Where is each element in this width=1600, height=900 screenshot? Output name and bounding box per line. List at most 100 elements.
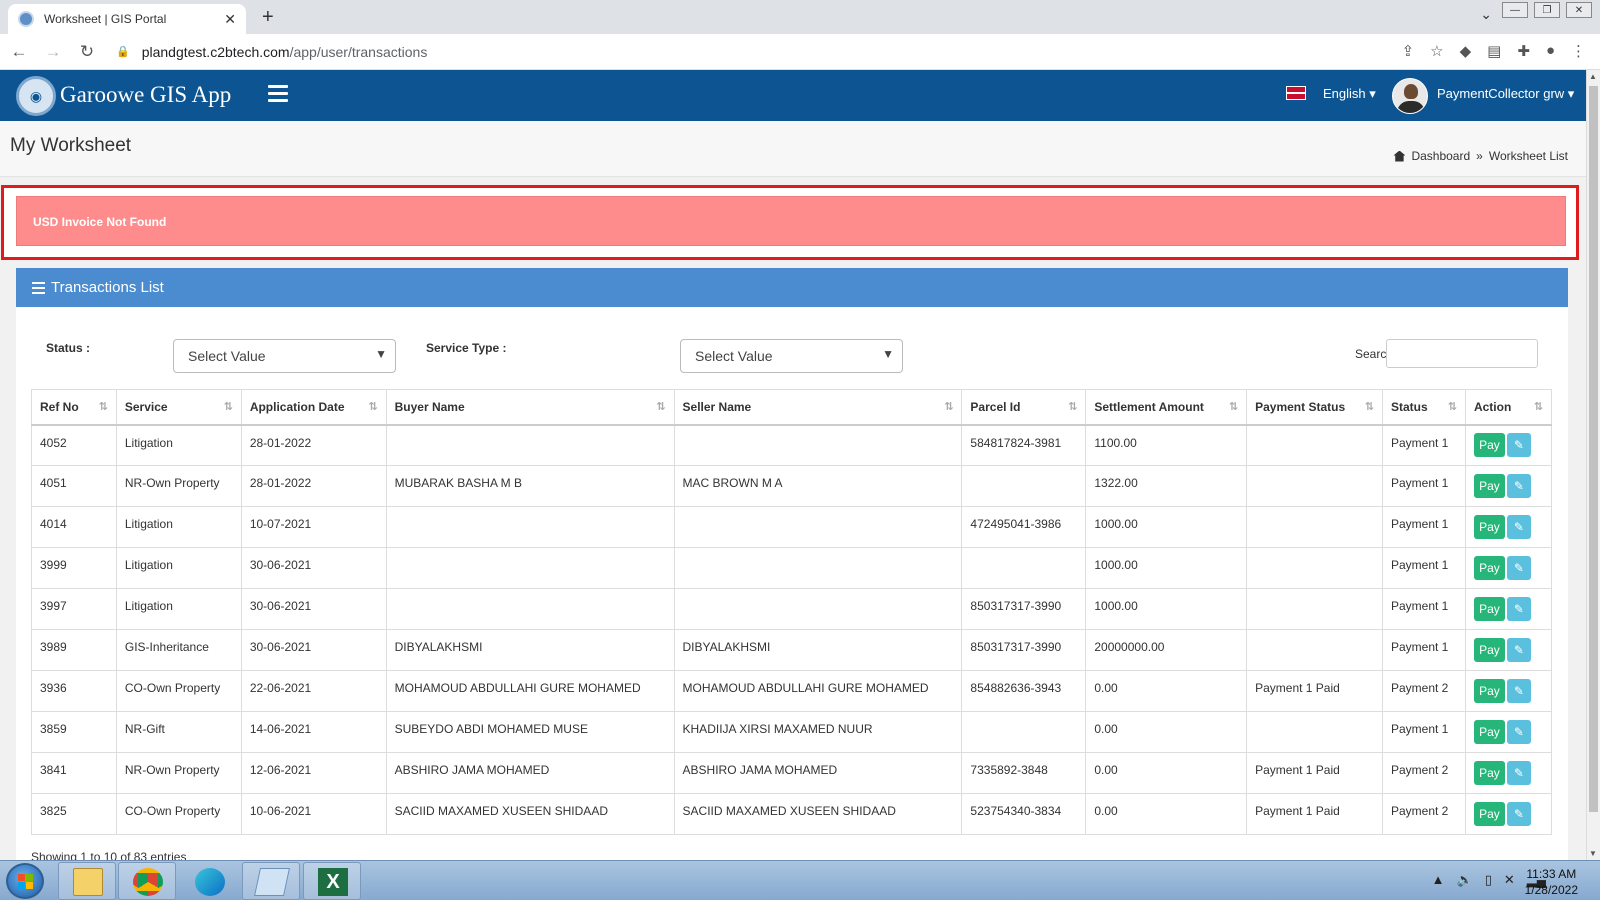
edit-icon[interactable]: ✎ xyxy=(1506,597,1531,621)
menu-toggle-icon[interactable] xyxy=(268,85,288,106)
table-row: 4051 NR-Own Property 28-01-2022 MUBARAK BAS… xyxy=(31,465,1553,507)
clock-date: 1/28/2022 xyxy=(1524,883,1578,897)
cell-buyer xyxy=(385,547,675,589)
tab-search-chevron-icon[interactable]: ⌄ xyxy=(1480,6,1492,23)
transactions-table: Ref No ⇅ Service ⇅ Application Date ⇅ Buyer… xyxy=(31,389,1553,835)
close-window-icon[interactable]: ✕ xyxy=(1566,2,1592,18)
table-row: 4052 Litigation 28-01-2022 584817824-3981 11… xyxy=(31,424,1553,466)
edit-icon[interactable]: ✎ xyxy=(1506,556,1531,580)
pay-button[interactable]: Pay xyxy=(1473,802,1505,826)
taskbar-notepad[interactable] xyxy=(242,862,300,900)
start-button[interactable] xyxy=(6,863,44,899)
taskbar-excel[interactable]: X xyxy=(303,862,361,900)
address-bar[interactable]: 🔒 plandgtest.c2btech.com/app/user/transa… xyxy=(116,44,1356,60)
col-payment-status[interactable]: Payment Status ⇅ xyxy=(1246,389,1383,426)
sort-icon: ⇅ xyxy=(1533,401,1543,413)
pay-button[interactable]: Pay xyxy=(1473,638,1505,662)
cell-amount: 1100.00 xyxy=(1085,424,1248,466)
browser-tab[interactable]: Worksheet | GIS Portal ✕ xyxy=(8,4,246,34)
col-service[interactable]: Service ⇅ xyxy=(115,389,242,426)
close-tab-icon[interactable]: ✕ xyxy=(224,11,236,28)
edit-icon[interactable]: ✎ xyxy=(1506,433,1531,458)
extension-shield-icon[interactable]: ◆ xyxy=(1460,42,1472,60)
user-menu-dropdown[interactable]: PaymentCollector grw ▾ xyxy=(1437,86,1574,102)
pay-button[interactable]: Pay xyxy=(1473,515,1505,539)
clock-time: 11:33 AM xyxy=(1526,867,1577,881)
col-parcel-id[interactable]: Parcel Id ⇅ xyxy=(961,389,1087,426)
minimize-icon[interactable]: — xyxy=(1502,2,1528,18)
cell-seller: ABSHIRO JAMA MOHAMED xyxy=(673,752,963,794)
col-ref-no[interactable]: Ref No ⇅ xyxy=(31,389,117,426)
cell-pstatus: Payment 1 Paid xyxy=(1246,752,1383,794)
cell-parcel xyxy=(961,547,1087,589)
windows-taskbar: X ▲ 🔈 ▯ ✕ ▂▄ 11:33 AM 1/28/2022 xyxy=(0,860,1600,900)
scroll-up-icon[interactable]: ▲ xyxy=(1589,72,1597,81)
cell-action: Pay ✎ xyxy=(1464,711,1553,753)
cell-ref: 4052 xyxy=(31,424,117,466)
cell-pstatus xyxy=(1246,547,1383,589)
cell-service: Litigation xyxy=(115,506,242,548)
edit-icon[interactable]: ✎ xyxy=(1506,761,1531,785)
edit-icon[interactable]: ✎ xyxy=(1506,720,1531,744)
pay-button[interactable]: Pay xyxy=(1473,433,1505,458)
edit-icon[interactable]: ✎ xyxy=(1506,679,1531,703)
cell-status: Payment 2 xyxy=(1381,793,1466,835)
new-tab-icon[interactable]: + xyxy=(262,6,274,29)
taskbar-edge[interactable] xyxy=(180,862,238,900)
browser-menu-icon[interactable]: ⋮ xyxy=(1571,42,1586,60)
volume-icon[interactable]: 🔈 xyxy=(1457,872,1473,888)
taskbar-chrome[interactable] xyxy=(118,862,176,900)
table-row: 3997 Litigation 30-06-2021 850317317-3990 10… xyxy=(31,588,1553,630)
col-status[interactable]: Status ⇅ xyxy=(1381,389,1466,426)
lock-icon[interactable]: 🔒 xyxy=(116,45,130,58)
col-application-date[interactable]: Application Date ⇅ xyxy=(240,389,387,426)
cell-ref: 3841 xyxy=(31,752,117,794)
edit-icon[interactable]: ✎ xyxy=(1506,515,1531,539)
taskbar-file-explorer[interactable] xyxy=(58,862,116,900)
status-filter-select[interactable]: Select Value ▼ xyxy=(173,339,396,373)
cell-status: Payment 2 xyxy=(1381,670,1466,712)
breadcrumb-dashboard-link[interactable]: Dashboard xyxy=(1411,149,1470,163)
search-input[interactable] xyxy=(1386,339,1538,368)
user-avatar[interactable] xyxy=(1392,78,1428,114)
profile-icon[interactable]: ● xyxy=(1546,42,1555,60)
col-settlement-amount[interactable]: Settlement Amount ⇅ xyxy=(1085,389,1248,426)
share-icon[interactable]: ⇪ xyxy=(1402,42,1415,60)
forward-icon[interactable]: → xyxy=(38,42,68,62)
cell-parcel: 472495041-3986 xyxy=(961,506,1087,548)
pay-button[interactable]: Pay xyxy=(1473,679,1505,703)
scroll-down-icon[interactable]: ▼ xyxy=(1589,849,1597,858)
col-seller-name[interactable]: Seller Name ⇅ xyxy=(673,389,963,426)
app-logo-icon: ◉ xyxy=(16,76,56,116)
tray-expand-icon[interactable]: ▲ xyxy=(1432,872,1445,888)
cell-action: Pay ✎ xyxy=(1464,506,1553,548)
language-dropdown[interactable]: English ▾ xyxy=(1323,86,1376,102)
restore-icon[interactable]: ❐ xyxy=(1534,2,1560,18)
col-buyer-name[interactable]: Buyer Name ⇅ xyxy=(385,389,675,426)
extension-clipboard-icon[interactable]: ▤ xyxy=(1487,42,1501,60)
cell-amount: 1000.00 xyxy=(1085,547,1248,589)
battery-icon[interactable]: ▯ xyxy=(1485,872,1492,888)
pay-button[interactable]: Pay xyxy=(1473,556,1505,580)
reload-icon[interactable]: ↻ xyxy=(72,42,102,62)
sort-asc-icon: ⇅ xyxy=(98,401,108,413)
edit-icon[interactable]: ✎ xyxy=(1506,802,1531,826)
extensions-puzzle-icon[interactable]: ✚ xyxy=(1517,42,1530,60)
cell-seller: KHADIIJA XIRSI MAXAMED NUUR xyxy=(673,711,963,753)
col-action[interactable]: Action ⇅ xyxy=(1464,389,1553,426)
service-type-filter-select[interactable]: Select Value ▼ xyxy=(680,339,903,373)
pay-button[interactable]: Pay xyxy=(1473,474,1505,498)
bookmark-star-icon[interactable]: ☆ xyxy=(1430,42,1443,60)
edit-icon[interactable]: ✎ xyxy=(1506,638,1531,662)
edit-icon[interactable]: ✎ xyxy=(1506,474,1531,498)
back-icon[interactable]: ← xyxy=(4,42,34,62)
network-icon[interactable]: ✕ xyxy=(1504,872,1515,888)
scrollbar-thumb[interactable] xyxy=(1589,86,1598,812)
pay-button[interactable]: Pay xyxy=(1473,761,1505,785)
pay-button[interactable]: Pay xyxy=(1473,597,1505,621)
pay-button[interactable]: Pay xyxy=(1473,720,1505,744)
taskbar-clock[interactable]: 11:33 AM 1/28/2022 xyxy=(1525,866,1578,898)
cell-status: Payment 2 xyxy=(1381,752,1466,794)
tab-title: Worksheet | GIS Portal xyxy=(44,12,167,26)
page-scrollbar[interactable]: ▲ ▼ xyxy=(1586,70,1600,860)
